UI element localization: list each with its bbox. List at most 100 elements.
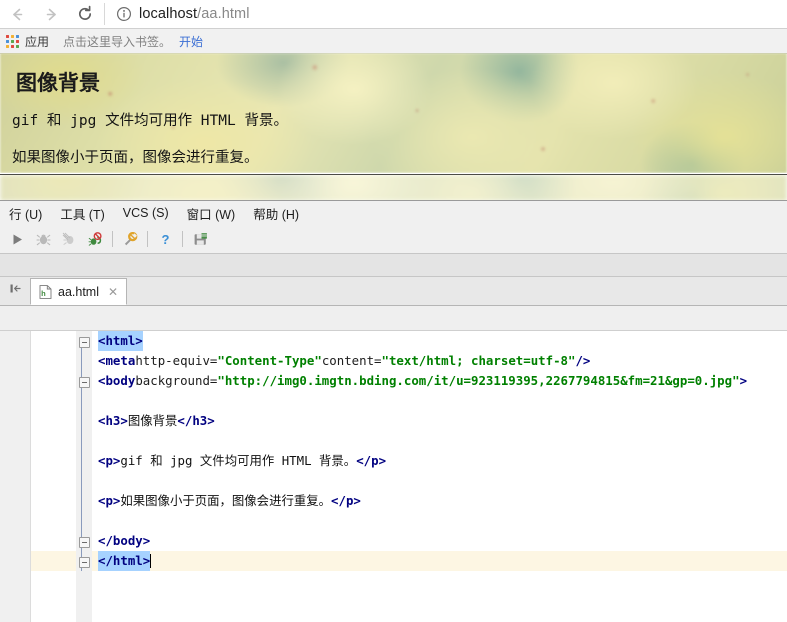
hide-panel-button[interactable]	[0, 277, 30, 305]
code-token-attr: background=	[135, 373, 218, 388]
page-paragraph-1: gif 和 jpg 文件均可用作 HTML 背景。	[12, 113, 288, 129]
settings-wrench-icon	[123, 231, 138, 247]
bookmarks-bar: 应用 点击这里导入书签。 开始	[0, 29, 787, 54]
arrow-right-icon	[43, 6, 60, 23]
page-paragraph-2: 如果图像小于页面，图像会进行重复。	[12, 150, 259, 166]
ide-toolbar: ?	[0, 225, 787, 254]
editor-gutter[interactable]	[0, 331, 31, 622]
code-token-tag: />	[575, 353, 591, 368]
code-token-tag: <html>	[98, 331, 143, 351]
fold-marker-html[interactable]	[79, 337, 90, 348]
info-circle-icon[interactable]	[115, 5, 133, 23]
line-h3[interactable]: <h3> 图像背景 </h3>	[92, 411, 787, 431]
editor-tab-bar: h aa.html ✕	[0, 277, 787, 306]
text-caret	[150, 554, 152, 568]
coverage-icon	[62, 232, 77, 247]
fold-column[interactable]	[76, 331, 92, 622]
fold-marker-body-close[interactable]	[79, 537, 90, 548]
page-heading: 图像背景	[16, 71, 100, 95]
bookmark-start-link[interactable]: 开始	[179, 33, 203, 50]
toolbar-separator-2	[147, 231, 148, 247]
code-token-txt: gif 和 jpg 文件均可用作 HTML 背景。	[120, 453, 357, 468]
reload-button[interactable]	[68, 0, 102, 28]
menu-item-run[interactable]: 行 (U)	[0, 204, 51, 223]
rendered-page: 图像背景 gif 和 jpg 文件均可用作 HTML 背景。 如果图像小于页面，…	[0, 53, 787, 200]
toolbar-separator-3	[182, 231, 183, 247]
code-token-tag: <p>	[98, 453, 121, 468]
menu-item-window[interactable]: 窗口 (W)	[178, 204, 245, 223]
toolbar-separator-1	[112, 231, 113, 247]
reload-icon	[76, 5, 94, 23]
code-token-val: "text/html; charset=utf-8"	[381, 353, 576, 368]
save-button[interactable]	[187, 227, 213, 251]
code-token-attr: http-equiv=	[135, 353, 218, 368]
address-bar[interactable]: localhost/aa.html	[109, 0, 787, 28]
forward-button[interactable]	[34, 0, 68, 28]
code-token-tag: </h3>	[177, 413, 215, 428]
breadcrumb-bar	[0, 306, 787, 331]
menu-item-vcs[interactable]: VCS (S)	[114, 206, 178, 220]
page-content: 图像背景 gif 和 jpg 文件均可用作 HTML 背景。 如果图像小于页面，…	[0, 53, 787, 183]
ide-menu-bar: 行 (U) 工具 (T) VCS (S) 窗口 (W) 帮助 (H)	[0, 201, 787, 225]
line-blank-4[interactable]	[92, 511, 787, 531]
run-button[interactable]	[4, 227, 30, 251]
toolbar-divider	[104, 3, 105, 25]
apps-grid-icon[interactable]	[6, 34, 19, 48]
line-p1[interactable]: <p> gif 和 jpg 文件均可用作 HTML 背景。 </p>	[92, 451, 787, 471]
code-token-tag: <h3>	[98, 413, 128, 428]
line-blank-2[interactable]	[92, 431, 787, 451]
code-token-txt: 图像背景	[127, 413, 178, 428]
coverage-button[interactable]	[56, 227, 82, 251]
line-html-close[interactable]: </html>	[92, 551, 787, 571]
code-token-val: "Content-Type"	[217, 353, 322, 368]
html-file-icon: h	[39, 284, 52, 299]
line-meta[interactable]: <meta http-equiv= "Content-Type" content=…	[92, 351, 787, 371]
hide-panel-icon	[9, 282, 22, 300]
code-token-val: "http://img0.imgtn.bding.com/it/u=923119…	[217, 373, 740, 388]
line-blank-3[interactable]	[92, 471, 787, 491]
settings-button[interactable]	[117, 227, 143, 251]
code-token-tag: </body>	[98, 533, 151, 548]
code-lines[interactable]: <html> <meta http-equiv= "Content-Type" co…	[92, 331, 787, 622]
code-token-tag: </p>	[356, 453, 387, 468]
code-token-tag: </html>	[98, 551, 151, 571]
debug-button[interactable]	[30, 227, 56, 251]
run-icon	[10, 232, 25, 247]
line-p2[interactable]: <p> 如果图像小于页面，图像会进行重复。 </p>	[92, 491, 787, 511]
screen-root: localhost/aa.html 应用 点击这里导入书签。 开始 图像背景 g…	[0, 0, 787, 622]
ide-navigation-strip	[0, 254, 787, 277]
help-icon: ?	[158, 232, 173, 247]
help-button[interactable]: ?	[152, 227, 178, 251]
code-token-tag: >	[739, 373, 748, 388]
line-html-open[interactable]: <html>	[92, 331, 787, 351]
browser-toolbar: localhost/aa.html	[0, 0, 787, 29]
bookmark-import-hint: 点击这里导入书签。	[63, 34, 172, 49]
code-token-tag: <meta	[98, 353, 136, 368]
line-body-close[interactable]: </body>	[92, 531, 787, 551]
url-text: localhost/aa.html	[139, 6, 250, 22]
code-token-tag: </p>	[331, 493, 361, 508]
line-body-open[interactable]: <body background= "http://img0.imgtn.bdin…	[92, 371, 787, 391]
code-editor[interactable]: <html> <meta http-equiv= "Content-Type" co…	[0, 331, 787, 622]
menu-item-tools[interactable]: 工具 (T)	[51, 204, 113, 223]
fold-marker-body[interactable]	[79, 377, 90, 388]
svg-text:h: h	[41, 289, 46, 298]
fold-marker-html-close[interactable]	[79, 557, 90, 568]
stop-debug-icon	[88, 231, 103, 247]
close-icon[interactable]: ✕	[108, 285, 118, 299]
menu-item-help[interactable]: 帮助 (H)	[244, 204, 308, 223]
code-token-txt: 如果图像小于页面，图像会进行重复。	[120, 493, 332, 508]
bookmark-apps-label[interactable]: 应用	[25, 33, 49, 50]
code-token-attr: content=	[321, 353, 382, 368]
url-host: localhost	[139, 6, 198, 22]
ide-window: 行 (U) 工具 (T) VCS (S) 窗口 (W) 帮助 (H) ? h a…	[0, 200, 787, 622]
code-token-tag: <body	[98, 373, 136, 388]
stop-debug-button[interactable]	[82, 227, 108, 251]
code-token-tag: <p>	[98, 493, 121, 508]
browser-chrome: localhost/aa.html 应用 点击这里导入书签。 开始	[0, 0, 787, 54]
svg-text:?: ?	[161, 232, 169, 247]
line-blank-1[interactable]	[92, 391, 787, 411]
debug-icon	[35, 232, 51, 247]
back-button[interactable]	[0, 0, 34, 28]
editor-tab-aa-html[interactable]: h aa.html ✕	[30, 278, 128, 305]
